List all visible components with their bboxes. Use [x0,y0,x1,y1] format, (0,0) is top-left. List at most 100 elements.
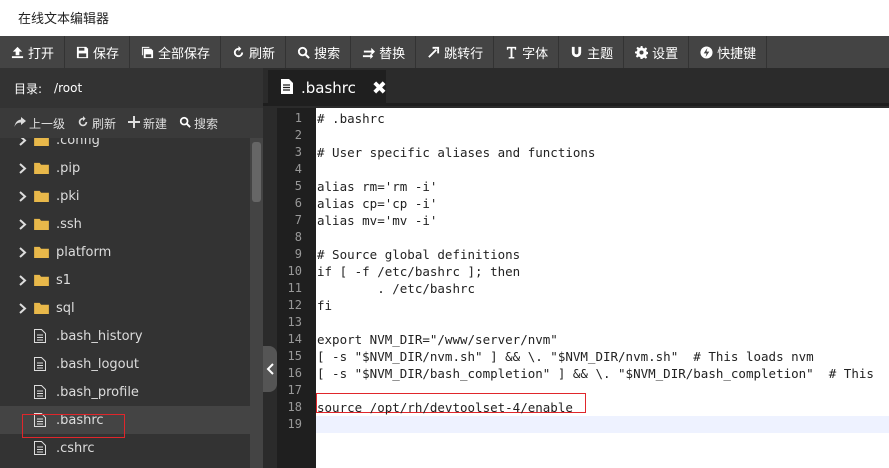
refresh-icon [77,115,89,131]
tree-folder-item[interactable]: platform [0,238,250,266]
code-line[interactable]: if [ -f /etc/bashrc ]; then [316,263,889,280]
code-line[interactable]: alias cp='cp -i' [316,195,889,212]
code-line[interactable]: # Source global definitions [316,246,889,263]
tree-file-item[interactable]: .cshrc [0,434,250,462]
code-line[interactable]: [ -s "$NVM_DIR/nvm.sh" ] && \. "$NVM_DIR… [316,348,889,365]
sidebar-tool-0[interactable]: 上一级 [14,115,65,132]
toolbar-button-label: 搜索 [314,46,341,62]
code-line[interactable]: . /etc/bashrc [316,280,889,297]
tree-item-label: .bashrc [56,412,104,428]
code-line[interactable] [316,416,889,433]
tree-folder-item[interactable]: .ssh [0,210,250,238]
window-title-bar: 在线文本编辑器 [0,0,889,36]
chevron-right-icon[interactable] [14,302,32,314]
chevron-right-icon[interactable] [14,218,32,230]
tree-folder-item[interactable]: .pki [0,182,250,210]
directory-row: 目录: /root [0,68,263,108]
code-line[interactable]: alias rm='rm -i' [316,178,889,195]
toolbar-button-6[interactable]: 跳转行 [416,36,495,68]
sidebar-tool-1[interactable]: 刷新 [77,115,116,132]
folder-icon [34,161,50,175]
toolbar-button-2[interactable]: 全部保存 [130,36,222,68]
tree-item-label: .bash_profile [56,384,139,400]
tree-item-label: sql [56,300,75,316]
tree-folder-item[interactable]: .pip [0,154,250,182]
directory-path[interactable]: /root [54,81,82,95]
file-sidebar: 目录: /root 上一级 刷新 新建 搜索 .config .pip .pki .ssh p… [0,68,263,468]
line-number-gutter: 1 2 3 4 5 6 7 8 9 10 11 12 13 14 15 16 17 18 19 [277,108,316,468]
code-line[interactable] [316,161,889,178]
toolbar-button-label: 设置 [652,46,679,62]
tree-scrollbar-thumb[interactable] [252,142,261,202]
sidebar-tool-3[interactable]: 搜索 [179,115,218,132]
toolbar-button-7[interactable]: 字体 [494,36,560,68]
toolbar-button-label: 打开 [28,46,55,62]
code-line[interactable] [316,314,889,331]
toolbar-button-4[interactable]: 搜索 [286,36,352,68]
line-number: 2 [294,128,302,142]
code-line[interactable] [316,229,889,246]
line-number: 13 [287,315,302,329]
chevron-right-icon[interactable] [14,162,32,174]
line-number: 17 [287,383,302,397]
tree-item-label: .bash_history [56,328,143,344]
line-number: 3 [294,145,302,159]
toolbar-button-3[interactable]: 刷新 [221,36,287,68]
code-editor[interactable]: # .bashrc # User specific aliases and fun… [316,108,889,468]
code-line[interactable]: [ -s "$NVM_DIR/bash_completion" ] && \. … [316,365,889,382]
line-number: 5 [294,179,302,193]
toolbar-button-label: 字体 [522,46,549,62]
code-line[interactable]: fi [316,297,889,314]
tree-folder-item[interactable]: sql [0,294,250,322]
line-number: 18 [287,400,302,414]
toolbar-button-label: 主题 [587,46,614,62]
tab-bashrc[interactable]: .bashrc ✖ [268,70,387,106]
tree-item-label: .bash_logout [56,356,139,372]
line-number: 8 [294,230,302,244]
code-line[interactable]: # .bashrc [316,110,889,127]
file-icon [34,329,50,343]
toolbar-button-1[interactable]: 保存 [65,36,131,68]
code-line[interactable]: alias mv='mv -i' [316,212,889,229]
collapse-sidebar-button[interactable] [263,346,277,392]
close-icon[interactable]: ✖ [372,78,387,99]
code-line[interactable] [316,382,889,399]
tree-item-label: platform [56,244,112,260]
toolbar-button-5[interactable]: 替换 [351,36,417,68]
folder-icon [34,217,50,231]
lightning-icon [699,45,713,59]
toolbar-button-label: 跳转行 [444,46,484,62]
tree-folder-item[interactable]: s1 [0,266,250,294]
tree-scrollbar[interactable] [250,138,263,468]
tab-label: .bashrc [301,79,356,97]
tree-file-item[interactable]: .bashrc [0,406,250,434]
main-toolbar: 打开 保存 全部保存 刷新 搜索 替换 跳转行 字体 主题 设置 快捷键 [0,36,889,68]
file-tree: .config .pip .pki .ssh platform s1 sql .bash_hi… [0,138,263,468]
font-icon [504,45,518,59]
tree-file-item[interactable]: .bash_logout [0,350,250,378]
toolbar-button-0[interactable]: 打开 [0,36,66,68]
chevron-right-icon[interactable] [14,246,32,258]
line-number: 7 [294,213,302,227]
sidebar-toolbar: 上一级 刷新 新建 搜索 [0,108,263,138]
toolbar-button-9[interactable]: 设置 [624,36,690,68]
search-icon [296,45,310,59]
toolbar-button-8[interactable]: 主题 [559,36,625,68]
code-line[interactable] [316,127,889,144]
toolbar-button-10[interactable]: 快捷键 [689,36,768,68]
tree-file-item[interactable]: .bash_history [0,322,250,350]
line-number: 11 [287,281,302,295]
chevron-right-icon[interactable] [14,274,32,286]
code-line[interactable]: source /opt/rh/devtoolset-4/enable [316,399,889,416]
tree-folder-item[interactable]: .config [0,138,250,154]
tree-file-item[interactable]: .bash_profile [0,378,250,406]
folder-icon [34,138,50,147]
code-line[interactable]: export NVM_DIR="/www/server/nvm" [316,331,889,348]
sidebar-tool-2[interactable]: 新建 [128,115,167,132]
chevron-right-icon[interactable] [14,138,32,146]
folder-icon [34,189,50,203]
tree-item-label: .pip [56,160,81,176]
code-line[interactable]: # User specific aliases and functions [316,144,889,161]
file-icon [34,385,50,399]
chevron-right-icon[interactable] [14,190,32,202]
